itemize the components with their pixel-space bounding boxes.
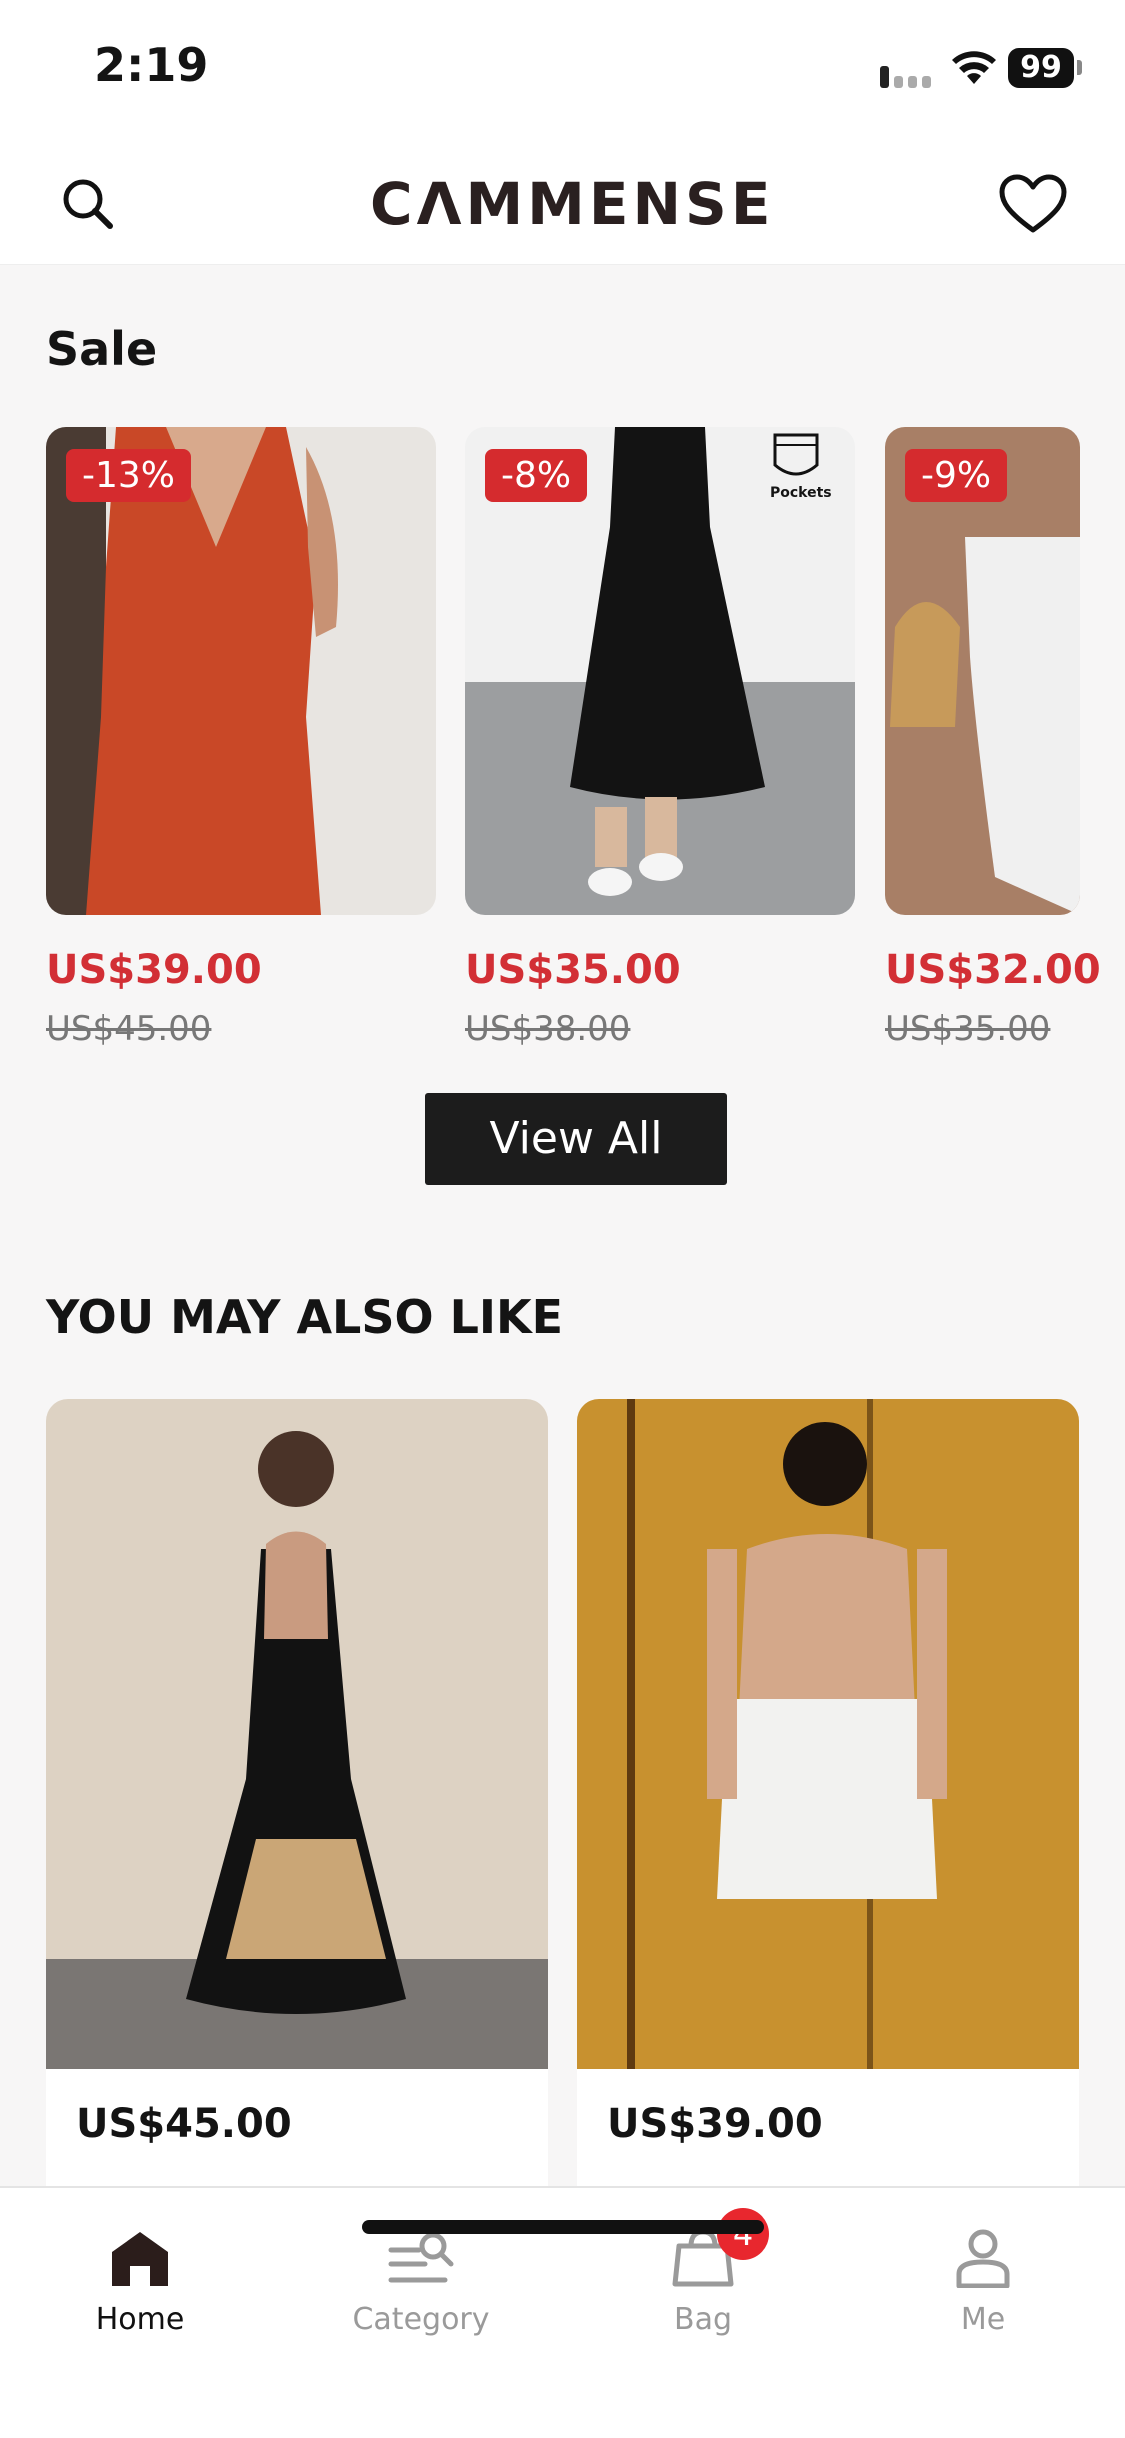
home-icon [112, 2232, 168, 2286]
original-price: US$45.00 [46, 1009, 212, 1049]
product-image[interactable]: -9% [885, 427, 1080, 915]
status-bar: 2:19 99 [0, 0, 1125, 140]
tab-label: Me [960, 2302, 1006, 2337]
category-icon [388, 2232, 454, 2283]
product-price: US$39.00 [607, 2101, 823, 2147]
status-time: 2:19 [94, 38, 209, 92]
product-image[interactable] [577, 1399, 1079, 2069]
original-price: US$38.00 [465, 1009, 631, 1049]
tab-bag[interactable]: 4 Bag [613, 2208, 793, 2337]
battery-nub [1077, 60, 1082, 75]
tab-me[interactable]: Me [893, 2228, 1073, 2337]
discount-badge: -8% [485, 449, 588, 502]
signal-icon [880, 66, 932, 88]
wifi-icon [952, 51, 996, 84]
discount-badge: -13% [66, 449, 192, 502]
tab-label: Category [352, 2302, 490, 2337]
tab-label: Home [95, 2302, 185, 2337]
original-price: US$35.00 [885, 1009, 1051, 1049]
bag-count-badge: 4 [717, 2208, 769, 2260]
sale-section-title: Sale [46, 322, 158, 376]
view-all-button[interactable]: View All [425, 1093, 727, 1185]
discount-badge: -9% [905, 449, 1008, 502]
recommend-section-title: YOU MAY ALSO LIKE [46, 1290, 564, 1344]
person-icon [956, 2229, 1010, 2288]
sale-price: US$32.00 [885, 947, 1101, 993]
pockets-tag: Pockets [770, 485, 832, 501]
product-image[interactable]: -13% [46, 427, 436, 915]
product-image[interactable]: -8% Pockets [465, 427, 855, 915]
search-icon[interactable] [58, 174, 118, 234]
tab-category[interactable]: Category [331, 2228, 511, 2337]
battery-level: 99 [1008, 48, 1074, 88]
sale-price: US$39.00 [46, 947, 262, 993]
product-price: US$45.00 [76, 2101, 292, 2147]
product-image[interactable] [46, 1399, 548, 2069]
heart-icon[interactable] [998, 174, 1068, 236]
recommend-product-card[interactable]: US$39.00 [577, 1399, 1079, 2199]
sale-price: US$35.00 [465, 947, 681, 993]
home-indicator [362, 2220, 764, 2234]
recommend-product-card[interactable]: US$45.00 [46, 1399, 548, 2199]
tab-home[interactable]: Home [50, 2228, 230, 2337]
tab-label: Bag [673, 2302, 732, 2337]
brand-logo[interactable]: CΛMMENSE [370, 170, 770, 238]
app-header: CΛMMENSE [0, 140, 1125, 265]
